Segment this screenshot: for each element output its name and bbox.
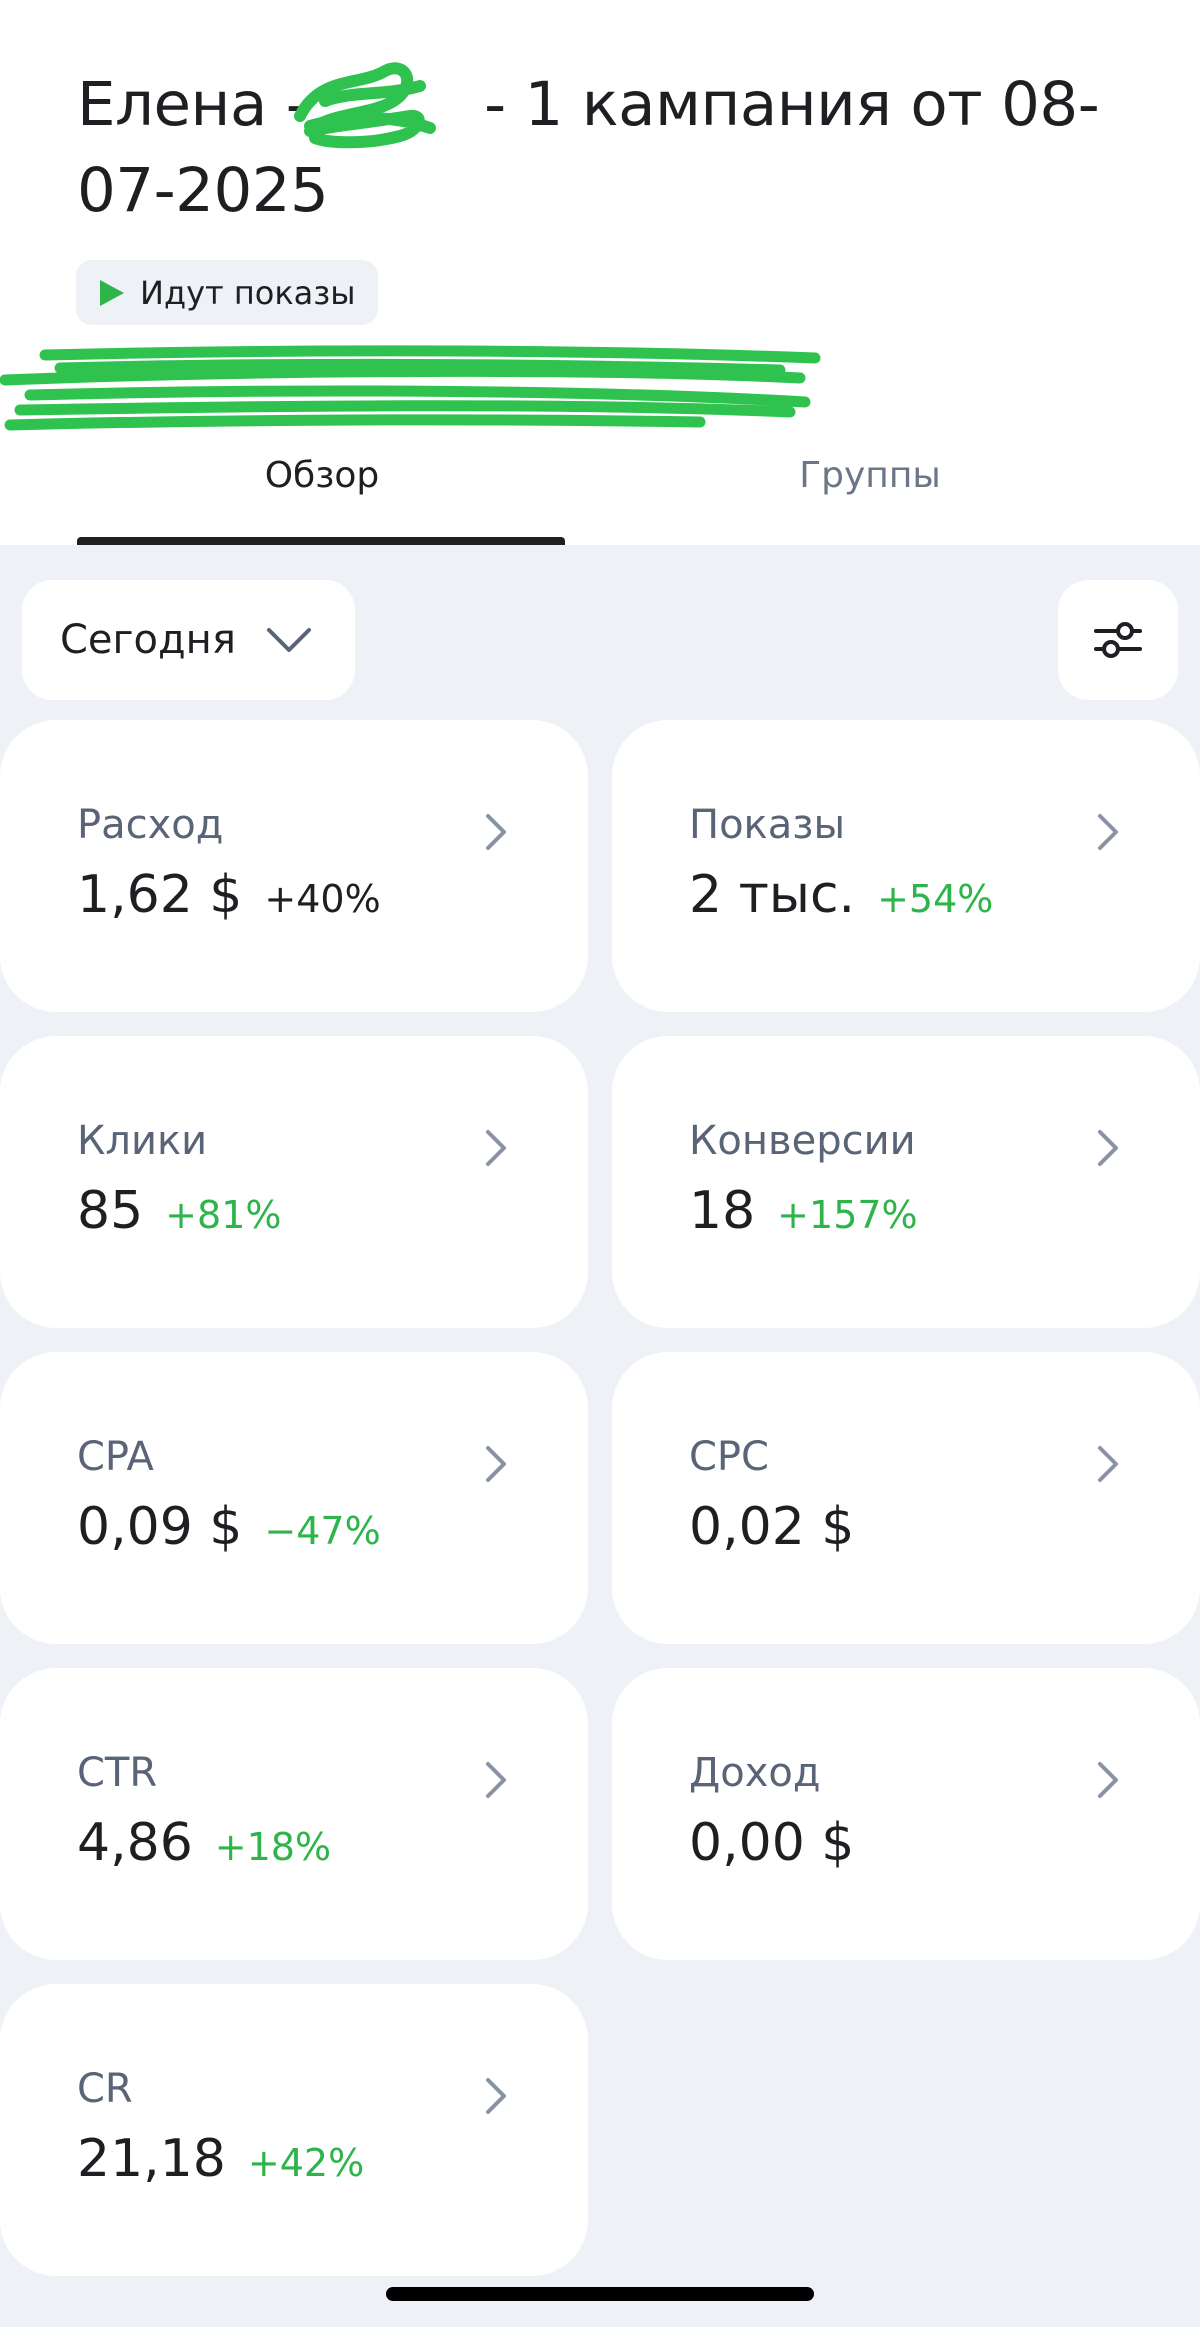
metric-delta: +54% bbox=[877, 877, 994, 921]
tab-overview[interactable]: Обзор bbox=[77, 440, 567, 545]
metric-card-impressions[interactable]: Показы 2 тыс. +54% bbox=[612, 720, 1200, 1012]
metric-delta: −47% bbox=[264, 1509, 381, 1553]
metric-value: 2 тыс. bbox=[689, 865, 856, 925]
campaign-overview-screen: Елена - - 1 кампания от 08-07-2025 Идут … bbox=[0, 0, 1200, 2327]
metric-value-row: 21,18 +42% bbox=[77, 2129, 364, 2189]
home-indicator[interactable] bbox=[386, 2287, 814, 2301]
metric-card-revenue[interactable]: Доход 0,00 $ bbox=[612, 1668, 1200, 1960]
chevron-right-icon bbox=[486, 1446, 506, 1482]
metric-name: Клики bbox=[77, 1118, 208, 1164]
play-icon bbox=[100, 279, 124, 306]
metric-value: 4,86 bbox=[77, 1813, 193, 1873]
metric-name: CR bbox=[77, 2066, 133, 2112]
metric-name: Расход bbox=[77, 802, 224, 848]
chevron-right-icon bbox=[1098, 814, 1118, 850]
metric-value-row: 0,09 $ −47% bbox=[77, 1497, 381, 1557]
metric-card-cpa[interactable]: CPA 0,09 $ −47% bbox=[0, 1352, 588, 1644]
status-badge: Идут показы bbox=[76, 260, 378, 325]
metric-card-spend[interactable]: Расход 1,62 $ +40% bbox=[0, 720, 588, 1012]
period-label: Сегодня bbox=[60, 617, 236, 663]
metric-card-conversions[interactable]: Конверсии 18 +157% bbox=[612, 1036, 1200, 1328]
filter-sliders-icon bbox=[1094, 622, 1142, 658]
active-tab-indicator bbox=[77, 537, 565, 545]
tab-groups[interactable]: Группы bbox=[625, 440, 1115, 545]
redaction-scribble-subtitle bbox=[0, 345, 821, 431]
chevron-down-icon bbox=[266, 628, 311, 652]
metric-card-cpc[interactable]: CPC 0,02 $ bbox=[612, 1352, 1200, 1644]
metric-value-row: 0,02 $ bbox=[689, 1497, 854, 1557]
metric-value-row: 18 +157% bbox=[689, 1181, 918, 1241]
status-label: Идут показы bbox=[140, 273, 356, 312]
metric-value: 0,02 $ bbox=[689, 1497, 855, 1557]
metric-name: CPC bbox=[689, 1434, 769, 1480]
metric-delta: +157% bbox=[777, 1193, 918, 1237]
title-name: Елена - bbox=[77, 69, 308, 140]
metric-delta: +18% bbox=[214, 1825, 332, 1869]
metric-card-cr[interactable]: CR 21,18 +42% bbox=[0, 1984, 588, 2276]
metric-name: Конверсии bbox=[689, 1118, 916, 1164]
metric-value: 85 bbox=[77, 1181, 144, 1241]
metric-value: 1,62 $ bbox=[77, 865, 243, 925]
metric-value-row: 0,00 $ bbox=[689, 1813, 854, 1873]
redaction-scribble bbox=[294, 62, 436, 149]
metric-value-row: 85 +81% bbox=[77, 1181, 281, 1241]
metric-value: 18 bbox=[689, 1181, 756, 1241]
chevron-right-icon bbox=[486, 814, 506, 850]
metric-value: 21,18 bbox=[77, 2129, 226, 2189]
chevron-right-icon bbox=[1098, 1130, 1118, 1166]
metric-value-row: 2 тыс. +54% bbox=[689, 865, 993, 925]
metric-card-clicks[interactable]: Клики 85 +81% bbox=[0, 1036, 588, 1328]
metric-name: Показы bbox=[689, 802, 846, 848]
metric-delta: +40% bbox=[264, 877, 381, 921]
metrics-area: Сегодня Расход 1,62 $ +40% Показы 2 тыс.… bbox=[0, 545, 1200, 2327]
chevron-right-icon bbox=[486, 2078, 506, 2114]
filter-button[interactable] bbox=[1058, 580, 1178, 700]
metric-value: 0,09 $ bbox=[77, 1497, 243, 1557]
page-title: Елена - - 1 кампания от 08-07-2025 bbox=[77, 62, 1157, 234]
metric-value-row: 1,62 $ +40% bbox=[77, 865, 381, 925]
chevron-right-icon bbox=[1098, 1446, 1118, 1482]
chevron-right-icon bbox=[486, 1762, 506, 1798]
metric-delta: +81% bbox=[165, 1193, 282, 1237]
metric-name: Доход bbox=[689, 1750, 821, 1796]
metric-value: 0,00 $ bbox=[689, 1813, 855, 1873]
metric-name: CPA bbox=[77, 1434, 154, 1480]
campaign-header: Елена - - 1 кампания от 08-07-2025 Идут … bbox=[0, 0, 1200, 545]
metric-delta: +42% bbox=[247, 2141, 365, 2185]
period-selector[interactable]: Сегодня bbox=[22, 580, 355, 700]
chevron-right-icon bbox=[486, 1130, 506, 1166]
metric-card-ctr[interactable]: CTR 4,86 +18% bbox=[0, 1668, 588, 1960]
metric-name: CTR bbox=[77, 1750, 158, 1796]
metric-value-row: 4,86 +18% bbox=[77, 1813, 331, 1873]
tab-bar: Обзор Группы bbox=[0, 440, 1200, 545]
chevron-right-icon bbox=[1098, 1762, 1118, 1798]
